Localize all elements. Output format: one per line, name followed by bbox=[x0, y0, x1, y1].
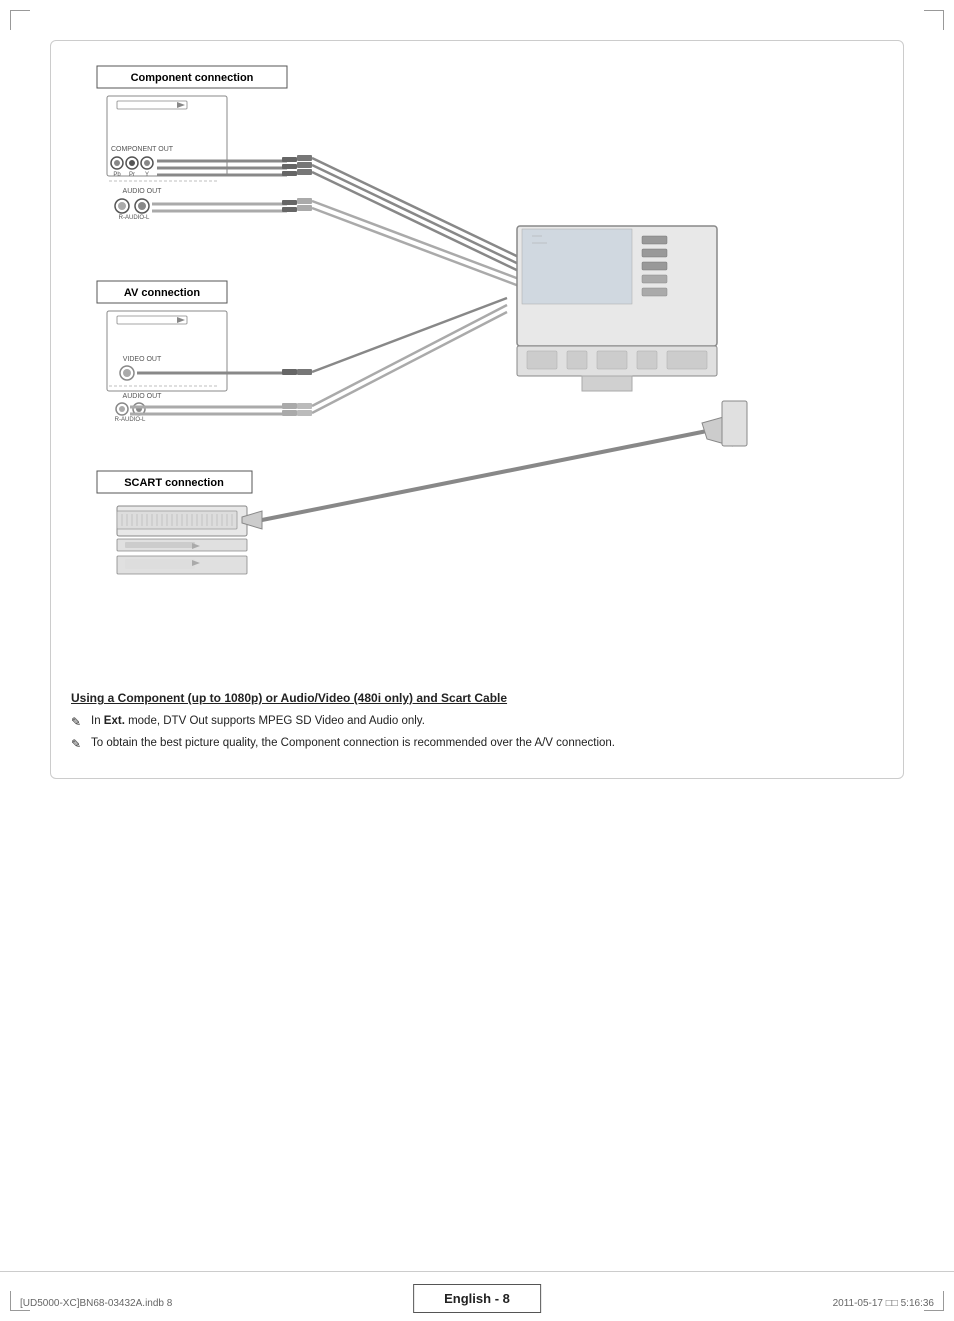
page-content: Component connection COMPONENT OUT bbox=[0, 0, 954, 859]
footer-right-text: 2011-05-17 □□ 5:16:36 bbox=[833, 1298, 934, 1309]
diagram-svg: Component connection COMPONENT OUT bbox=[71, 61, 883, 681]
corner-mark-tr bbox=[924, 10, 944, 30]
svg-text:Y: Y bbox=[145, 172, 149, 178]
notes-section: Using a Component (up to 1080p) or Audio… bbox=[71, 691, 883, 753]
main-diagram-box: Component connection COMPONENT OUT bbox=[50, 40, 904, 779]
svg-text:R-AUDIO-L: R-AUDIO-L bbox=[115, 417, 146, 423]
svg-text:COMPONENT OUT: COMPONENT OUT bbox=[111, 146, 174, 153]
footer-left-text: [UD5000-XC]BN68-03432A.indb 8 bbox=[20, 1298, 172, 1309]
footer-center: English - 8 bbox=[413, 1284, 541, 1313]
page-footer: [UD5000-XC]BN68-03432A.indb 8 English - … bbox=[0, 1271, 954, 1321]
svg-text:SCART connection: SCART connection bbox=[124, 477, 224, 489]
notes-title: Using a Component (up to 1080p) or Audio… bbox=[71, 691, 883, 705]
svg-text:VIDEO OUT: VIDEO OUT bbox=[123, 356, 162, 363]
note-item-2: To obtain the best picture quality, the … bbox=[71, 735, 883, 752]
svg-text:Pr: Pr bbox=[129, 172, 135, 178]
svg-text:AV connection: AV connection bbox=[124, 287, 200, 299]
svg-text:AUDIO OUT: AUDIO OUT bbox=[123, 393, 163, 400]
note-1-bold: Ext. bbox=[104, 715, 125, 727]
corner-mark-tl bbox=[10, 10, 30, 30]
svg-text:AUDIO OUT: AUDIO OUT bbox=[123, 188, 163, 195]
note-item-1: In Ext. mode, DTV Out supports MPEG SD V… bbox=[71, 713, 883, 730]
svg-text:Pb: Pb bbox=[113, 172, 121, 178]
connection-diagram: Component connection COMPONENT OUT bbox=[71, 61, 883, 681]
svg-text:R-AUDIO-L: R-AUDIO-L bbox=[119, 215, 150, 221]
svg-text:Component connection: Component connection bbox=[131, 72, 254, 84]
page-number-box: English - 8 bbox=[413, 1284, 541, 1313]
